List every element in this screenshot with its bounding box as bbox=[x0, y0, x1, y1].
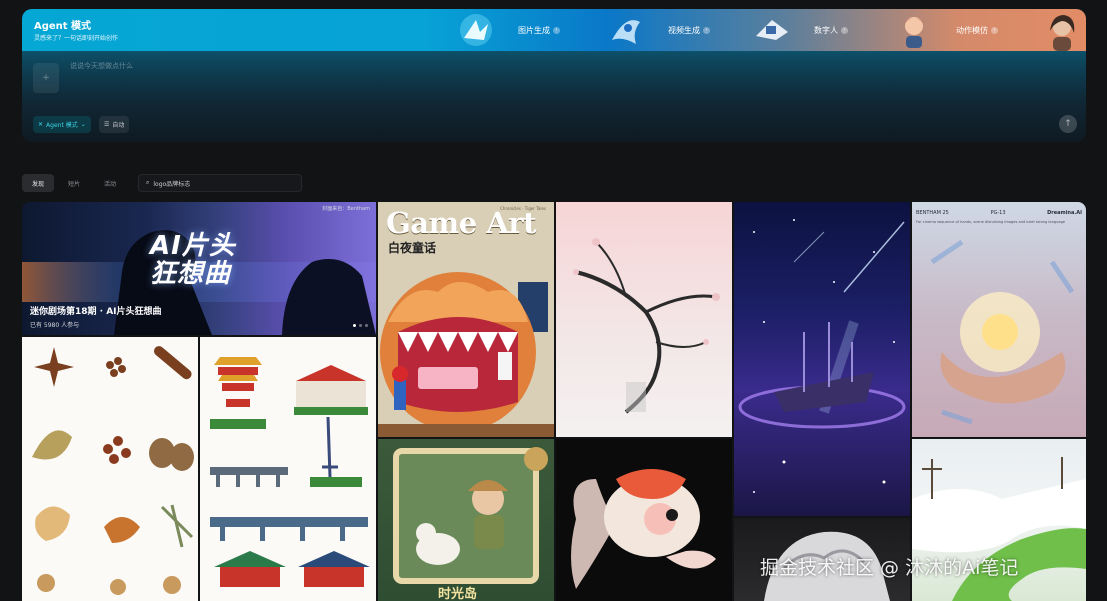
space-ship-illustration bbox=[738, 219, 906, 493]
time-island-title: 时光岛 bbox=[438, 587, 478, 601]
poster-tag-right: Dreamina.AI bbox=[1047, 210, 1082, 216]
arrow-up-icon: ↑ bbox=[1064, 119, 1072, 129]
send-button[interactable]: ↑ bbox=[1059, 115, 1077, 133]
upload-reference-button[interactable]: + bbox=[33, 63, 59, 93]
chevron-right-icon: › bbox=[841, 26, 848, 34]
sliders-icon: ☰ bbox=[104, 121, 110, 128]
watermark: 掘金技术社区 @ 沐沐的Ai笔记 bbox=[760, 557, 1019, 579]
gallery-card-landmarks[interactable] bbox=[200, 337, 376, 601]
explorer-illustration bbox=[393, 447, 548, 584]
gallery-card-plum-blossom[interactable] bbox=[556, 202, 732, 437]
goldfish-illustration bbox=[571, 469, 716, 589]
motion-imitation-icon bbox=[904, 17, 924, 48]
magazine-subtitle: 白夜童话 bbox=[388, 241, 437, 255]
carousel-dots[interactable] bbox=[353, 324, 368, 327]
tab-shorts[interactable]: 短片 bbox=[58, 174, 90, 192]
agent-panel: Agent 模式 灵感来了？一句话即刻开始创作 图片生成 › 视频生成 › 数字… bbox=[22, 9, 1086, 142]
tab-discover[interactable]: 发现 bbox=[22, 174, 55, 192]
chevron-right-icon: › bbox=[553, 26, 560, 34]
banner-title-line1: AI片头 bbox=[150, 231, 236, 261]
poster-header: BENTHAM 25 PG-13 Dreamina.AI bbox=[916, 210, 1082, 216]
chevron-right-icon: › bbox=[703, 26, 710, 34]
banner-caption: 迷你剧场第18期 · AI片头狂想曲 bbox=[30, 307, 162, 317]
plum-branch-illustration bbox=[573, 238, 720, 414]
feature-label: 图片生成 bbox=[518, 25, 550, 35]
event-banner[interactable]: 封面来自：Bentham AI片头 狂想曲 迷你剧场第18期 · AI片头狂想曲… bbox=[22, 202, 376, 335]
tab-events[interactable]: 活动 bbox=[94, 174, 126, 192]
glowing-hands-illustration bbox=[930, 239, 1075, 425]
poster-description: For cinema sequence of hands, scene dist… bbox=[916, 220, 1066, 224]
poster-tag-mid: PG-13 bbox=[990, 210, 1006, 216]
banner-title-line2: 狂想曲 bbox=[150, 259, 232, 289]
feature-image-generation[interactable]: 图片生成 › bbox=[456, 9, 560, 51]
gallery-card-time-island[interactable]: 时光岛 bbox=[378, 439, 554, 601]
prompt-area[interactable]: + 说说今天想做点什么 ✕ Agent 模式 ⌄ ☰ 自动 ↑ bbox=[22, 51, 1086, 142]
poster-tag-left: BENTHAM 25 bbox=[916, 210, 949, 216]
banner-title: AI片头 狂想曲 bbox=[150, 232, 236, 288]
feature-motion-imitation[interactable]: 动作模仿 › bbox=[894, 9, 998, 51]
gallery-card-space-ship[interactable] bbox=[734, 202, 910, 516]
agent-header: Agent 模式 灵感来了？一句话即刻开始创作 图片生成 › 视频生成 › 数字… bbox=[22, 9, 1086, 51]
banner-credit: 封面来自：Bentham bbox=[322, 206, 370, 212]
feature-label: 数字人 bbox=[814, 25, 838, 35]
prompt-input[interactable]: 说说今天想做点什么 bbox=[70, 61, 133, 71]
banner-participants: 已有 5980 人参与 bbox=[30, 322, 80, 329]
search-value: logo品牌标志 bbox=[153, 180, 191, 188]
digital-human-icon bbox=[756, 20, 788, 40]
feature-video-generation[interactable]: 视频生成 › bbox=[606, 9, 710, 51]
agent-mode-label: Agent 模式 bbox=[46, 122, 78, 129]
gallery-card-goldfish[interactable] bbox=[556, 439, 732, 601]
carousel-dot[interactable] bbox=[359, 324, 362, 327]
image-generation-icon bbox=[460, 14, 492, 46]
gallery-tabs: 发现 短片 活动 bbox=[22, 174, 126, 192]
gallery-card-spices[interactable] bbox=[22, 337, 198, 601]
chevron-right-icon: › bbox=[991, 26, 998, 34]
spices-illustration bbox=[32, 346, 194, 595]
landmarks-illustration bbox=[210, 357, 370, 587]
agent-title: Agent 模式 bbox=[34, 21, 92, 32]
carousel-dot[interactable] bbox=[365, 324, 368, 327]
feature-label: 动作模仿 bbox=[956, 25, 988, 35]
search-icon: ⌕ bbox=[146, 179, 150, 186]
carousel-dot[interactable] bbox=[353, 324, 356, 327]
agent-mode-dropdown[interactable]: ✕ Agent 模式 ⌄ bbox=[33, 116, 91, 133]
search-input[interactable]: ⌕ logo品牌标志 bbox=[138, 174, 302, 192]
gallery-card-game-art[interactable]: Chronicles · Tiger Tales Game Art 白夜童话 bbox=[378, 202, 554, 437]
gallery-card-glowing-hands[interactable]: BENTHAM 25 PG-13 Dreamina.AI For cinema … bbox=[912, 202, 1086, 437]
portrait-thumbnail bbox=[1050, 15, 1075, 51]
chevron-down-icon: ⌄ bbox=[80, 121, 86, 128]
video-generation-icon bbox=[612, 20, 640, 44]
auto-label: 自动 bbox=[112, 122, 125, 129]
agent-subtitle: 灵感来了？一句话即刻开始创作 bbox=[34, 35, 119, 42]
magazine-title: Game Art bbox=[386, 206, 536, 240]
feature-label: 视频生成 bbox=[668, 25, 700, 35]
auto-button[interactable]: ☰ 自动 bbox=[99, 116, 130, 133]
feature-digital-human[interactable]: 数字人 › bbox=[752, 9, 848, 51]
agent-mode-icon: ✕ bbox=[38, 121, 44, 128]
